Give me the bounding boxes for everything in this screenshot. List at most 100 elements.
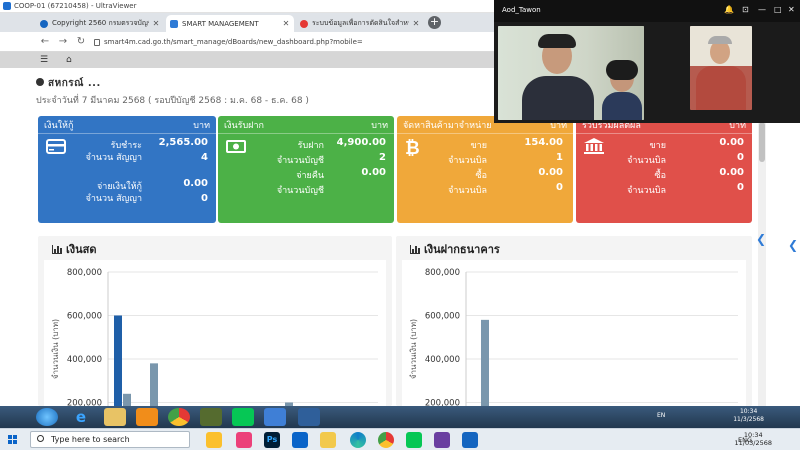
y-tick-label: 600,000 (425, 312, 460, 322)
lock-icon (94, 38, 100, 46)
card-row-label: ซื้อ (475, 171, 487, 181)
bank-deposit-bar-chart: จำนวนเงิน (บาท) 800,000 600,000 400,000 200,… (402, 260, 746, 406)
card-row-label: จำนวนบิล (448, 156, 487, 166)
card-row-label: จำนวนบัญชี (276, 156, 324, 166)
card-row-label: จำนวนบิล (627, 186, 666, 196)
card-title: จัดหาสินค้ามาจำหน่าย (403, 120, 492, 131)
browser-tab-copyright[interactable]: Copyright 2560 กรมตรวจบัญชีสหก ✕ (36, 15, 164, 32)
card-row-value: 154.00 (524, 137, 563, 148)
panel-title: เงินสด (52, 240, 97, 258)
hamburger-menu-icon[interactable]: ☰ (40, 52, 48, 68)
remote-taskbar: e EN 10:34 11/3/2568 (0, 406, 800, 428)
video-tile-main (498, 26, 644, 120)
window-title: COOP-01 (67210458) - UltraViewer (14, 2, 137, 10)
site-favicon-icon (40, 19, 48, 28)
card-row-value: 0.00 (183, 178, 208, 189)
bar-chart-icon (410, 244, 420, 254)
credit-card-icon (46, 138, 66, 159)
chart-bar[interactable] (150, 363, 158, 406)
card-row-value: 1 (556, 152, 563, 163)
chrome-icon[interactable] (168, 408, 190, 426)
internet-explorer-icon[interactable]: e (70, 408, 92, 426)
bar-chart-icon (52, 244, 62, 254)
deposits-card: เงินรับฝาก บาท รับฝาก 4,900.00 จำนวนบัญช… (218, 116, 394, 223)
card-row-label: จำนวนบิล (627, 156, 666, 166)
remote-clock[interactable]: 10:34 11/3/2568 (733, 408, 764, 424)
panel-title: เงินฝากธนาคาร (410, 240, 500, 258)
cash-bar-chart: จำนวนเงิน (บาท) 800,000 600,000 400,000 200,… (44, 260, 386, 406)
y-tick-label: 600,000 (67, 312, 102, 322)
minimize-icon[interactable]: — (758, 5, 766, 14)
url-field[interactable]: smart4m.cad.go.th/smart_manage/dBoards/n… (94, 36, 494, 48)
chevron-left-icon[interactable]: ❮ (756, 232, 766, 246)
copilot-icon[interactable] (206, 432, 222, 448)
ultraviewer-icon[interactable] (298, 408, 320, 426)
back-arrow-icon[interactable]: ← (38, 34, 52, 49)
app-icon[interactable] (434, 432, 450, 448)
edge-icon[interactable] (350, 432, 366, 448)
card-row-value: 0 (201, 193, 208, 204)
card-row-value: 4,900.00 (336, 137, 386, 148)
fiscal-date-line: ประจำวันที่ 7 มีนาคม 2568 ( รอบปีบัญชี 2… (36, 96, 309, 106)
image-viewer-icon[interactable] (264, 408, 286, 426)
forward-arrow-icon[interactable]: → (56, 34, 70, 49)
y-axis-label: จำนวนเงิน (บาท) (409, 319, 418, 379)
line-icon[interactable] (232, 408, 254, 426)
language-indicator[interactable]: EN (657, 412, 665, 419)
ultraviewer-icon[interactable] (462, 432, 478, 448)
video-tile-secondary (690, 26, 752, 110)
windows-start-orb-icon[interactable] (36, 408, 58, 426)
photoshop-icon[interactable]: Ps (264, 432, 280, 448)
taskbar-search-box[interactable]: Type here to search (30, 431, 190, 448)
y-tick-label: 200,000 (425, 399, 460, 407)
scrollbar-thumb[interactable] (759, 122, 765, 162)
ultraviewer-icon (3, 2, 11, 10)
card-row-value: 2 (379, 152, 386, 163)
card-row-value: 0.00 (361, 167, 386, 178)
close-tab-icon[interactable]: ✕ (152, 19, 160, 28)
colorful-app-icon[interactable] (236, 432, 252, 448)
close-icon[interactable]: ✕ (788, 5, 795, 14)
chevron-left-icon[interactable]: ❮ (788, 238, 798, 252)
close-tab-icon[interactable]: ✕ (282, 19, 290, 28)
loans-card: เงินให้กู้ บาท รับชำระ 2,565.00 จำนวน สั… (38, 116, 216, 223)
chart-bar[interactable] (123, 393, 131, 406)
money-icon (226, 138, 246, 159)
home-icon[interactable]: ⌂ (66, 52, 72, 68)
line-icon[interactable] (406, 432, 422, 448)
windows-start-icon[interactable] (8, 435, 18, 445)
card-row-label: ขาย (649, 141, 666, 151)
bell-icon[interactable]: 🔔 (724, 5, 734, 14)
card-row-label: จำนวนบิล (448, 186, 487, 196)
app-icon[interactable] (200, 408, 222, 426)
bitcoin-icon: ₿ (405, 138, 420, 159)
card-row-value: 4 (201, 152, 208, 163)
maximize-icon[interactable]: □ (774, 5, 782, 14)
card-title: เงินให้กู้ (44, 120, 74, 131)
browser-tab-decision-system[interactable]: ระบบข้อมูลเพื่อการตัดสินใจสำหรับ ✕ (296, 15, 424, 32)
card-unit: บาท (371, 120, 388, 131)
bank-deposit-chart-panel: เงินฝากธนาคาร จำนวนเงิน (บาท) 800,000 600,… (396, 236, 752, 406)
card-row-label: ขาย (470, 141, 487, 151)
card-row-label: จำนวน สัญญา (85, 194, 142, 204)
y-tick-label: 800,000 (425, 268, 460, 278)
card-row-value: 2,565.00 (158, 137, 208, 148)
new-tab-button[interactable]: + (428, 16, 441, 29)
chrome-icon[interactable] (378, 432, 394, 448)
media-player-icon[interactable] (136, 408, 158, 426)
close-tab-icon[interactable]: ✕ (412, 19, 420, 28)
card-unit: บาท (193, 120, 210, 131)
folder-icon[interactable] (320, 432, 336, 448)
outlook-icon[interactable] (292, 432, 308, 448)
cooperative-name: สหกรณ์ ... (48, 78, 101, 89)
card-row-value: 0 (737, 152, 744, 163)
browser-tab-smart-management[interactable]: SMART MANAGEMENT ✕ (166, 15, 294, 32)
local-clock[interactable]: 10:34 11/03/2568 (735, 431, 772, 447)
pin-icon[interactable]: ⊡ (742, 5, 749, 14)
file-explorer-icon[interactable] (104, 408, 126, 426)
card-row-value: 0.00 (719, 167, 744, 178)
y-axis-label: จำนวนเงิน (บาท) (51, 319, 60, 379)
chart-bar[interactable] (114, 315, 122, 407)
reload-icon[interactable]: ↻ (74, 34, 88, 49)
chart-bar[interactable] (481, 319, 489, 406)
